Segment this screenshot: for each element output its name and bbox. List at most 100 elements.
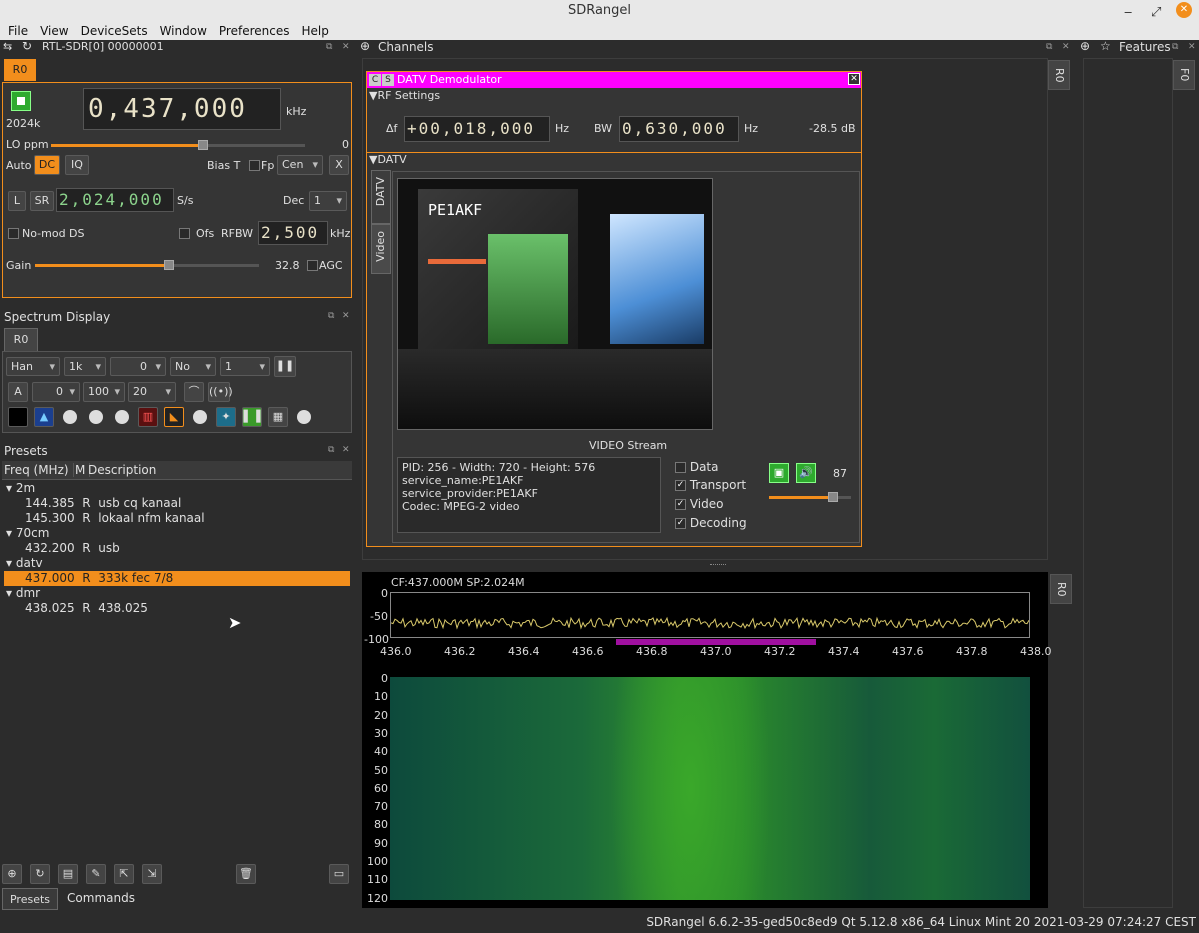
3d-spectrogram-button[interactable]: ✦: [216, 407, 236, 427]
float-icon[interactable]: ⧉: [1046, 42, 1052, 52]
fullscreen-button[interactable]: ▣: [769, 463, 789, 483]
datv-close-icon[interactable]: ✕: [848, 73, 860, 85]
histogram-button[interactable]: ▥: [138, 407, 158, 427]
splitter-handle[interactable]: [710, 564, 726, 567]
dc-button[interactable]: DC: [34, 155, 60, 175]
fill-button[interactable]: ▲: [34, 407, 54, 427]
biast-checkbox[interactable]: [249, 160, 260, 171]
side-tab-datv[interactable]: DATV: [371, 170, 391, 224]
curve-button[interactable]: ⌒: [184, 382, 204, 402]
agc-checkbox[interactable]: [307, 260, 318, 271]
float-icon[interactable]: ⧉: [1172, 42, 1178, 52]
volume-slider[interactable]: [769, 492, 851, 502]
range-input[interactable]: 100: [83, 382, 125, 402]
preset-group-datv[interactable]: ▾ datv: [6, 556, 43, 571]
decimation-select[interactable]: 1: [220, 357, 270, 376]
menu-help[interactable]: Help: [295, 22, 334, 40]
dock-close-icon[interactable]: ✕: [1062, 42, 1070, 52]
rf-settings-toggle[interactable]: ▼RF Settings: [369, 89, 440, 102]
channels-r0-tag[interactable]: R0: [1048, 60, 1070, 90]
check-transport[interactable]: ✓ Transport: [675, 478, 746, 492]
sr-button[interactable]: SR: [30, 191, 54, 211]
edit-preset-button[interactable]: ✎: [86, 864, 106, 884]
close-button[interactable]: ✕: [1176, 2, 1192, 18]
preset-row[interactable]: 438.025 R 438.025: [25, 601, 148, 616]
check-video[interactable]: ✓ Video: [675, 497, 723, 511]
s-button[interactable]: S: [382, 74, 394, 86]
grid-intensity-button[interactable]: [294, 407, 314, 427]
iq-button[interactable]: IQ: [65, 155, 89, 175]
tab-presets[interactable]: Presets: [2, 888, 58, 910]
check-data[interactable]: Data: [675, 460, 718, 474]
start-stop-button[interactable]: [11, 91, 31, 111]
dock-close-icon[interactable]: ✕: [342, 42, 350, 52]
ref-level-input[interactable]: 0: [32, 382, 80, 402]
plus-circle-icon[interactable]: ⊕: [360, 39, 370, 53]
black-bg-button[interactable]: [8, 407, 28, 427]
lo-ppm-slider[interactable]: [51, 140, 305, 150]
menu-file[interactable]: File: [2, 22, 34, 40]
float-icon[interactable]: ⧉: [328, 445, 334, 455]
preset-row[interactable]: 145.300 R lokaal nfm kanaal: [25, 511, 205, 526]
gain-slider[interactable]: [35, 260, 259, 270]
dock-close-icon[interactable]: ✕: [342, 445, 350, 455]
check-decoding[interactable]: ✓ Decoding: [675, 516, 747, 530]
menu-window[interactable]: Window: [154, 22, 213, 40]
export-preset-button[interactable]: ⇱: [114, 864, 134, 884]
auto-scale-button[interactable]: A: [8, 382, 28, 402]
main-spectrum-display[interactable]: CF:437.000M SP:2.024M 0 -50 -100 436.0 43…: [362, 572, 1052, 908]
col-freq[interactable]: Freq (MHz): [4, 463, 74, 477]
maximize-button[interactable]: ⤢: [1151, 2, 1161, 24]
db-per-div-select[interactable]: 20: [128, 382, 176, 402]
dock-close-icon[interactable]: ✕: [1188, 42, 1196, 52]
float-icon[interactable]: ⧉: [328, 311, 334, 321]
waterfall-button[interactable]: ◣: [164, 407, 184, 427]
max-hold-button[interactable]: [60, 407, 80, 427]
preset-group-70cm[interactable]: ▾ 70cm: [6, 526, 49, 541]
col-description[interactable]: Description: [88, 463, 156, 477]
averaging-mode-select[interactable]: No: [170, 357, 216, 376]
save-preset-button[interactable]: ▤: [58, 864, 78, 884]
tab-commands[interactable]: Commands: [62, 888, 140, 910]
datv-section-toggle[interactable]: ▼DATV: [369, 153, 407, 166]
import-preset-button[interactable]: ⇲: [142, 864, 162, 884]
preset-row[interactable]: 432.200 R usb: [25, 541, 120, 556]
minimize-button[interactable]: ‒: [1124, 2, 1132, 24]
delete-preset-button[interactable]: 🗑: [236, 864, 256, 884]
video-checkbox[interactable]: ✓: [675, 499, 686, 510]
preset-group-dmr[interactable]: ▾ dmr: [6, 586, 40, 601]
update-preset-button[interactable]: ↻: [30, 864, 50, 884]
menu-view[interactable]: View: [34, 22, 74, 40]
nomod-checkbox[interactable]: [8, 228, 19, 239]
pause-button[interactable]: ❚❚: [274, 356, 296, 377]
audio-mute-button[interactable]: 🔊: [796, 463, 816, 483]
side-tab-video[interactable]: Video: [371, 224, 391, 274]
df-dial[interactable]: +00,018,000: [404, 116, 550, 142]
sample-rate-dial[interactable]: 2,024,000: [56, 188, 174, 212]
data-checkbox[interactable]: [675, 462, 686, 473]
star-icon[interactable]: ☆: [1100, 39, 1111, 53]
l-button[interactable]: L: [8, 191, 26, 211]
load-preset-button[interactable]: ▭: [329, 864, 349, 884]
bw-dial[interactable]: 0,630,000: [619, 116, 739, 142]
reload-icon[interactable]: ↻: [22, 39, 32, 53]
fft-size-select[interactable]: 1k: [64, 357, 106, 376]
spectrum-r0-tag[interactable]: R0: [1050, 574, 1072, 604]
menu-preferences[interactable]: Preferences: [213, 22, 296, 40]
dec-select[interactable]: 1: [309, 191, 347, 211]
spectrogram-button[interactable]: ▌▐: [242, 407, 262, 427]
min-hold-button[interactable]: [86, 407, 106, 427]
current-button[interactable]: [112, 407, 132, 427]
center-frequency-dial[interactable]: 0,437,000: [83, 88, 281, 130]
preset-row-selected[interactable]: 437.000 R 333k fec 7/8: [4, 571, 350, 586]
ofs-checkbox[interactable]: [179, 228, 190, 239]
averaging-input[interactable]: 0: [110, 357, 166, 376]
grid-button[interactable]: ▦: [268, 407, 288, 427]
grid-dot-button[interactable]: [190, 407, 210, 427]
broadcast-button[interactable]: ((•)): [208, 382, 233, 402]
transport-checkbox[interactable]: ✓: [675, 480, 686, 491]
decoding-checkbox[interactable]: ✓: [675, 518, 686, 529]
rfbw-dial[interactable]: 2,500: [258, 221, 328, 245]
features-f0-tag[interactable]: F0: [1173, 60, 1195, 90]
c-button[interactable]: C: [369, 74, 381, 86]
